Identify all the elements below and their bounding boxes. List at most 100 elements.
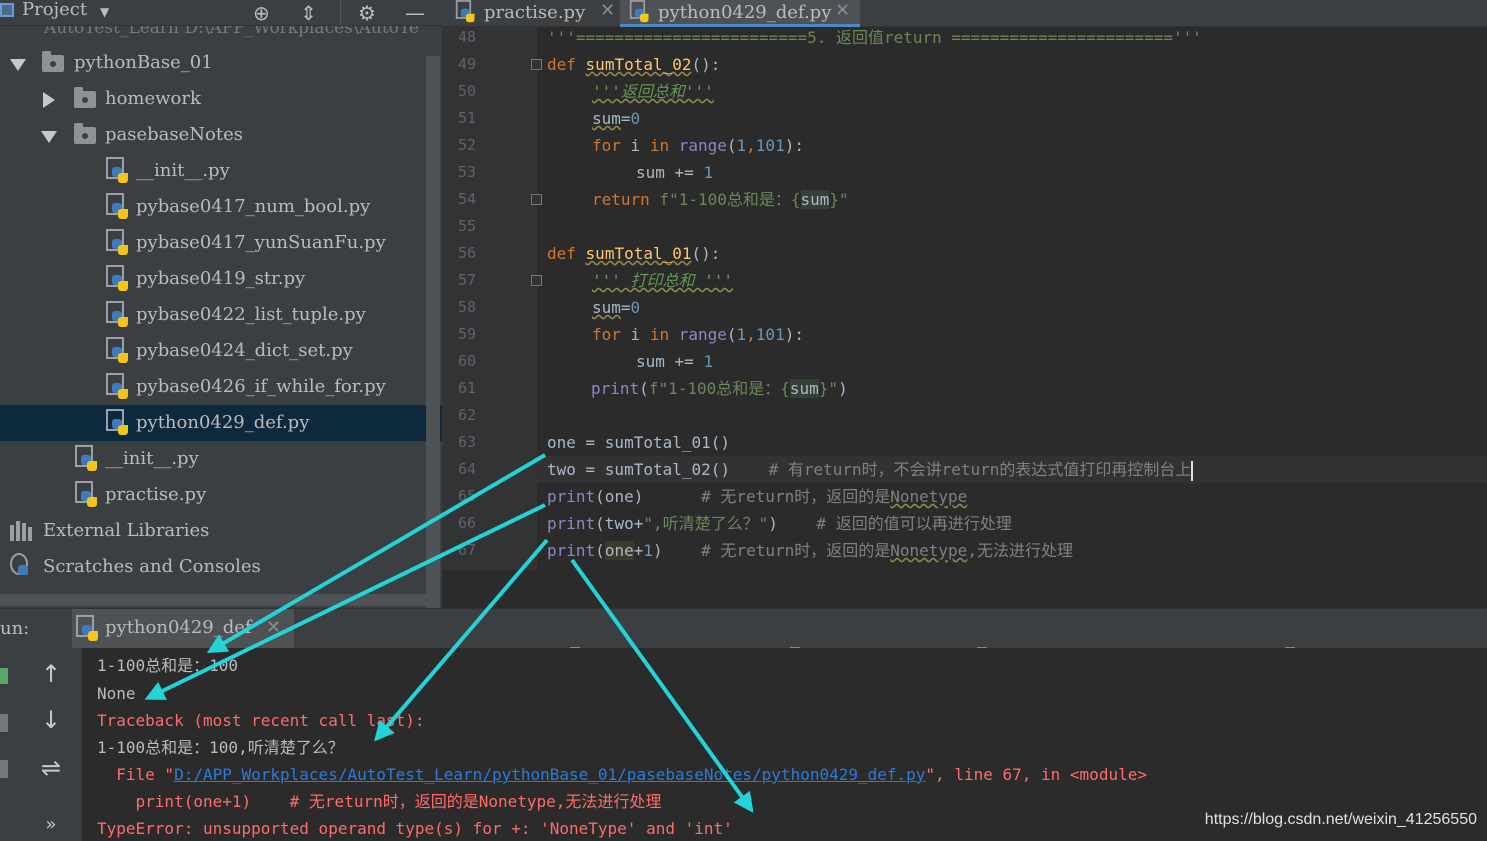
code-token: 101 [755, 325, 785, 344]
rerun-icon[interactable] [0, 668, 8, 684]
collapse-arrow-icon[interactable] [43, 92, 55, 108]
code-token: sum [800, 190, 830, 209]
collapse-all-icon[interactable]: ⇕ [300, 2, 317, 24]
console-text: File " [97, 765, 175, 784]
tree-item-homework[interactable]: homework [0, 81, 442, 117]
project-panel-scrollbar[interactable] [426, 56, 440, 608]
header-divider [340, 0, 341, 26]
tree-item-external-libraries[interactable]: External Libraries [0, 513, 442, 549]
code-token: f"1-100总和是：{ [649, 190, 801, 209]
scratches-icon [10, 553, 34, 581]
code-line-53: sum += 1 [636, 159, 713, 186]
tree-item-file[interactable]: pybase0422_list_tuple.py [0, 297, 442, 333]
code-token: def [547, 244, 576, 263]
tree-item-file[interactable]: __init__.py [0, 153, 442, 189]
code-line-48: '''========================5. 返回值return … [547, 24, 1202, 51]
code-token: print [547, 487, 596, 506]
tree-item-file[interactable]: pybase0417_num_bool.py [0, 189, 442, 225]
code-token: print [547, 541, 596, 560]
code-line-58: sum=0 [592, 294, 640, 321]
minimize-icon[interactable]: — [405, 2, 425, 24]
project-icon [0, 3, 14, 17]
project-panel-title[interactable]: Project [22, 0, 87, 20]
tree-item-file[interactable]: pybase0424_dict_set.py [0, 333, 442, 369]
pause-icon[interactable] [0, 760, 8, 778]
tree-item-pythonBase-01[interactable]: pythonBase_01 [0, 45, 442, 81]
text-caret [1191, 460, 1194, 481]
editor-empty-area [442, 570, 1487, 608]
code-token: }" [829, 190, 849, 209]
code-token: i [620, 136, 650, 155]
run-tab-label: python0429_def [105, 617, 252, 638]
line-number: 53 [457, 163, 476, 181]
code-token: sum += [636, 352, 704, 371]
soft-wrap-icon[interactable]: ⇌ [36, 754, 66, 782]
tree-item-pasebaseNotes[interactable]: pasebaseNotes [0, 117, 442, 153]
expand-arrow-icon[interactable] [10, 59, 26, 71]
line-number: 59 [457, 325, 476, 343]
code-token: Nonetype [890, 541, 968, 560]
code-token: ) [653, 541, 702, 560]
expand-arrow-icon[interactable] [41, 131, 57, 143]
code-line-67: print(one+1) # 无return时，返回的是Nonetype,无法进… [547, 537, 1073, 564]
scroll-up-icon[interactable]: ↑ [36, 660, 66, 688]
code-token: one = sumTotal_01() [547, 433, 731, 452]
run-tab-python0429-def[interactable]: python0429_def ✕ [72, 609, 294, 649]
code-area[interactable]: '''========================5. 返回值return … [537, 27, 1487, 570]
code-token: in [649, 136, 670, 155]
code-token: '''========================5. 返回值return … [547, 28, 1202, 47]
tree-item-file[interactable]: practise.py [0, 477, 442, 513]
close-icon[interactable]: ✕ [835, 0, 850, 21]
stop-icon[interactable] [0, 714, 8, 732]
more-actions-icon[interactable]: » [36, 811, 66, 839]
console-line: None [97, 684, 136, 703]
code-token: for [592, 325, 621, 344]
line-number: 67 [457, 541, 476, 559]
code-token: f"1-100总和是：{ [648, 379, 790, 398]
tree-item-file[interactable]: pybase0417_yunSuanFu.py [0, 225, 442, 261]
python-file-icon [76, 615, 100, 643]
code-token: in [649, 325, 670, 344]
tab-label: python0429_def.py [658, 2, 832, 23]
code-token: print [591, 379, 640, 398]
code-token: ( [726, 136, 737, 155]
line-number: 64 [457, 460, 476, 478]
code-line-54: return f"1-100总和是：{sum}" [592, 186, 849, 213]
code-line-65: print(one) # 无return时，返回的是Nonetype [547, 483, 967, 510]
python-file-icon [629, 0, 650, 24]
tree-item-file[interactable]: __init__.py [0, 441, 442, 477]
code-token: def [547, 55, 576, 74]
code-token: }" [818, 379, 839, 398]
code-line-52: for i in range(1,101): [592, 132, 804, 159]
code-token: one [604, 541, 634, 560]
code-line-63: one = sumTotal_01() [547, 429, 730, 456]
tree-item-label: __init__.py [136, 160, 230, 181]
close-icon[interactable]: ✕ [600, 0, 615, 21]
code-token: ,无法进行处理 [967, 541, 1073, 560]
code-token: print [547, 514, 596, 533]
line-number: 57 [457, 271, 476, 289]
tree-item-file[interactable]: pybase0419_str.py [0, 261, 442, 297]
line-number: 55 [457, 217, 476, 235]
tab-practise-py[interactable]: practise.py ✕ [452, 0, 620, 27]
tree-item-scratches[interactable]: Scratches and Consoles [0, 549, 442, 585]
locate-icon[interactable]: ⊕ [253, 2, 270, 24]
code-token: for [592, 136, 621, 155]
code-token: ",听清楚了么？" [643, 514, 769, 533]
tab-python0429-def-py[interactable]: python0429_def.py ✕ [620, 0, 860, 27]
code-token: 1 [736, 136, 747, 155]
code-token: # 无return时，返回的是 [701, 487, 891, 506]
gear-icon[interactable]: ⚙ [358, 2, 376, 24]
chevron-down-icon[interactable]: ▼ [100, 5, 109, 19]
code-line-51: sum=0 [592, 105, 640, 132]
close-icon[interactable]: ✕ [266, 617, 281, 638]
tree-item-file[interactable]: pybase0426_if_while_for.py [0, 369, 442, 405]
tree-item-label: python0429_def.py [136, 412, 310, 433]
project-panel-horizontal-scrollbar[interactable] [0, 594, 426, 606]
tree-item-label: pythonBase_01 [74, 52, 213, 73]
scroll-down-icon[interactable]: ↓ [36, 706, 66, 734]
traceback-file-link[interactable]: D:/APP_Workplaces/AutoTest_Learn/pythonB… [174, 765, 925, 784]
code-token: ) [838, 379, 848, 398]
tree-item-file-selected[interactable]: python0429_def.py [0, 405, 442, 441]
python-file-icon [106, 337, 130, 365]
